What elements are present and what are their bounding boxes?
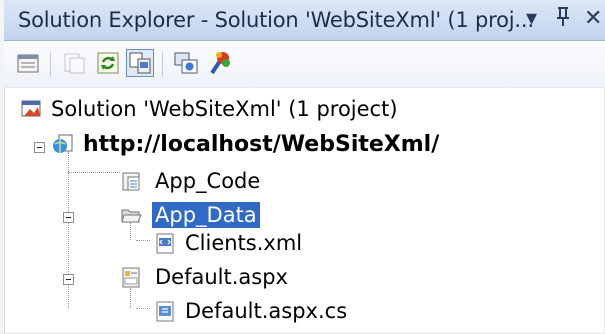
- nest-related-files-icon: [129, 52, 151, 74]
- xml-file-icon: [156, 233, 174, 254]
- tree-item-solution[interactable]: Solution 'WebSiteXml' (1 project): [0, 92, 605, 126]
- window-position-dropdown-icon[interactable]: ▾: [526, 6, 537, 32]
- folder-open-icon: [121, 209, 142, 223]
- show-all-files-icon: [64, 53, 85, 74]
- close-icon[interactable]: ✕: [584, 6, 602, 32]
- toolbar-separator: [162, 51, 163, 77]
- solution-tree: Solution 'WebSiteXml' (1 project) http:/…: [0, 88, 605, 334]
- aspx-file-icon: [122, 267, 140, 288]
- tree-item-app-code[interactable]: App_Code: [0, 164, 605, 198]
- title-bar[interactable]: Solution Explorer - Solution 'WebSiteXml…: [4, 0, 605, 41]
- tree-item-label: Default.aspx.cs: [185, 299, 348, 323]
- asp-net-configuration-button[interactable]: [206, 49, 234, 77]
- tree-item-label: App_Data: [152, 202, 260, 228]
- toolbar-separator: [50, 51, 51, 77]
- tree-item-default-aspx[interactable]: Default.aspx: [0, 260, 605, 294]
- collapse-icon[interactable]: [63, 274, 74, 285]
- nest-related-files-button[interactable]: [126, 49, 154, 77]
- tree-item-label: Default.aspx: [155, 265, 288, 289]
- copy-website-icon: [174, 52, 198, 74]
- folder-app-code-icon: [122, 172, 140, 191]
- tree-item-label: Clients.xml: [185, 231, 303, 255]
- tree-item-project[interactable]: http://localhost/WebSiteXml/: [0, 128, 605, 162]
- asp-net-configuration-icon: [210, 52, 230, 75]
- properties-button[interactable]: [14, 49, 42, 77]
- collapse-icon[interactable]: [34, 142, 45, 153]
- properties-icon: [17, 54, 39, 73]
- copy-website-button[interactable]: [172, 49, 200, 77]
- show-all-files-button[interactable]: [60, 49, 88, 77]
- web-project-icon: [53, 134, 73, 153]
- auto-hide-pin-icon[interactable]: [555, 6, 571, 35]
- refresh-button[interactable]: [94, 49, 122, 77]
- tree-item-label: Solution 'WebSiteXml' (1 project): [51, 97, 398, 121]
- tree-item-label: http://localhost/WebSiteXml/: [83, 132, 440, 157]
- toolbar: [4, 41, 605, 88]
- window-title: Solution Explorer - Solution 'WebSiteXml…: [18, 8, 534, 32]
- tree-item-default-aspx-cs[interactable]: Default.aspx.cs: [0, 294, 605, 328]
- tree-item-label: App_Code: [155, 169, 261, 193]
- tree-item-clients-xml[interactable]: Clients.xml: [0, 226, 605, 260]
- solution-icon: [21, 100, 41, 117]
- csharp-file-icon: [156, 301, 174, 322]
- collapse-icon[interactable]: [63, 212, 74, 223]
- refresh-icon: [97, 52, 119, 74]
